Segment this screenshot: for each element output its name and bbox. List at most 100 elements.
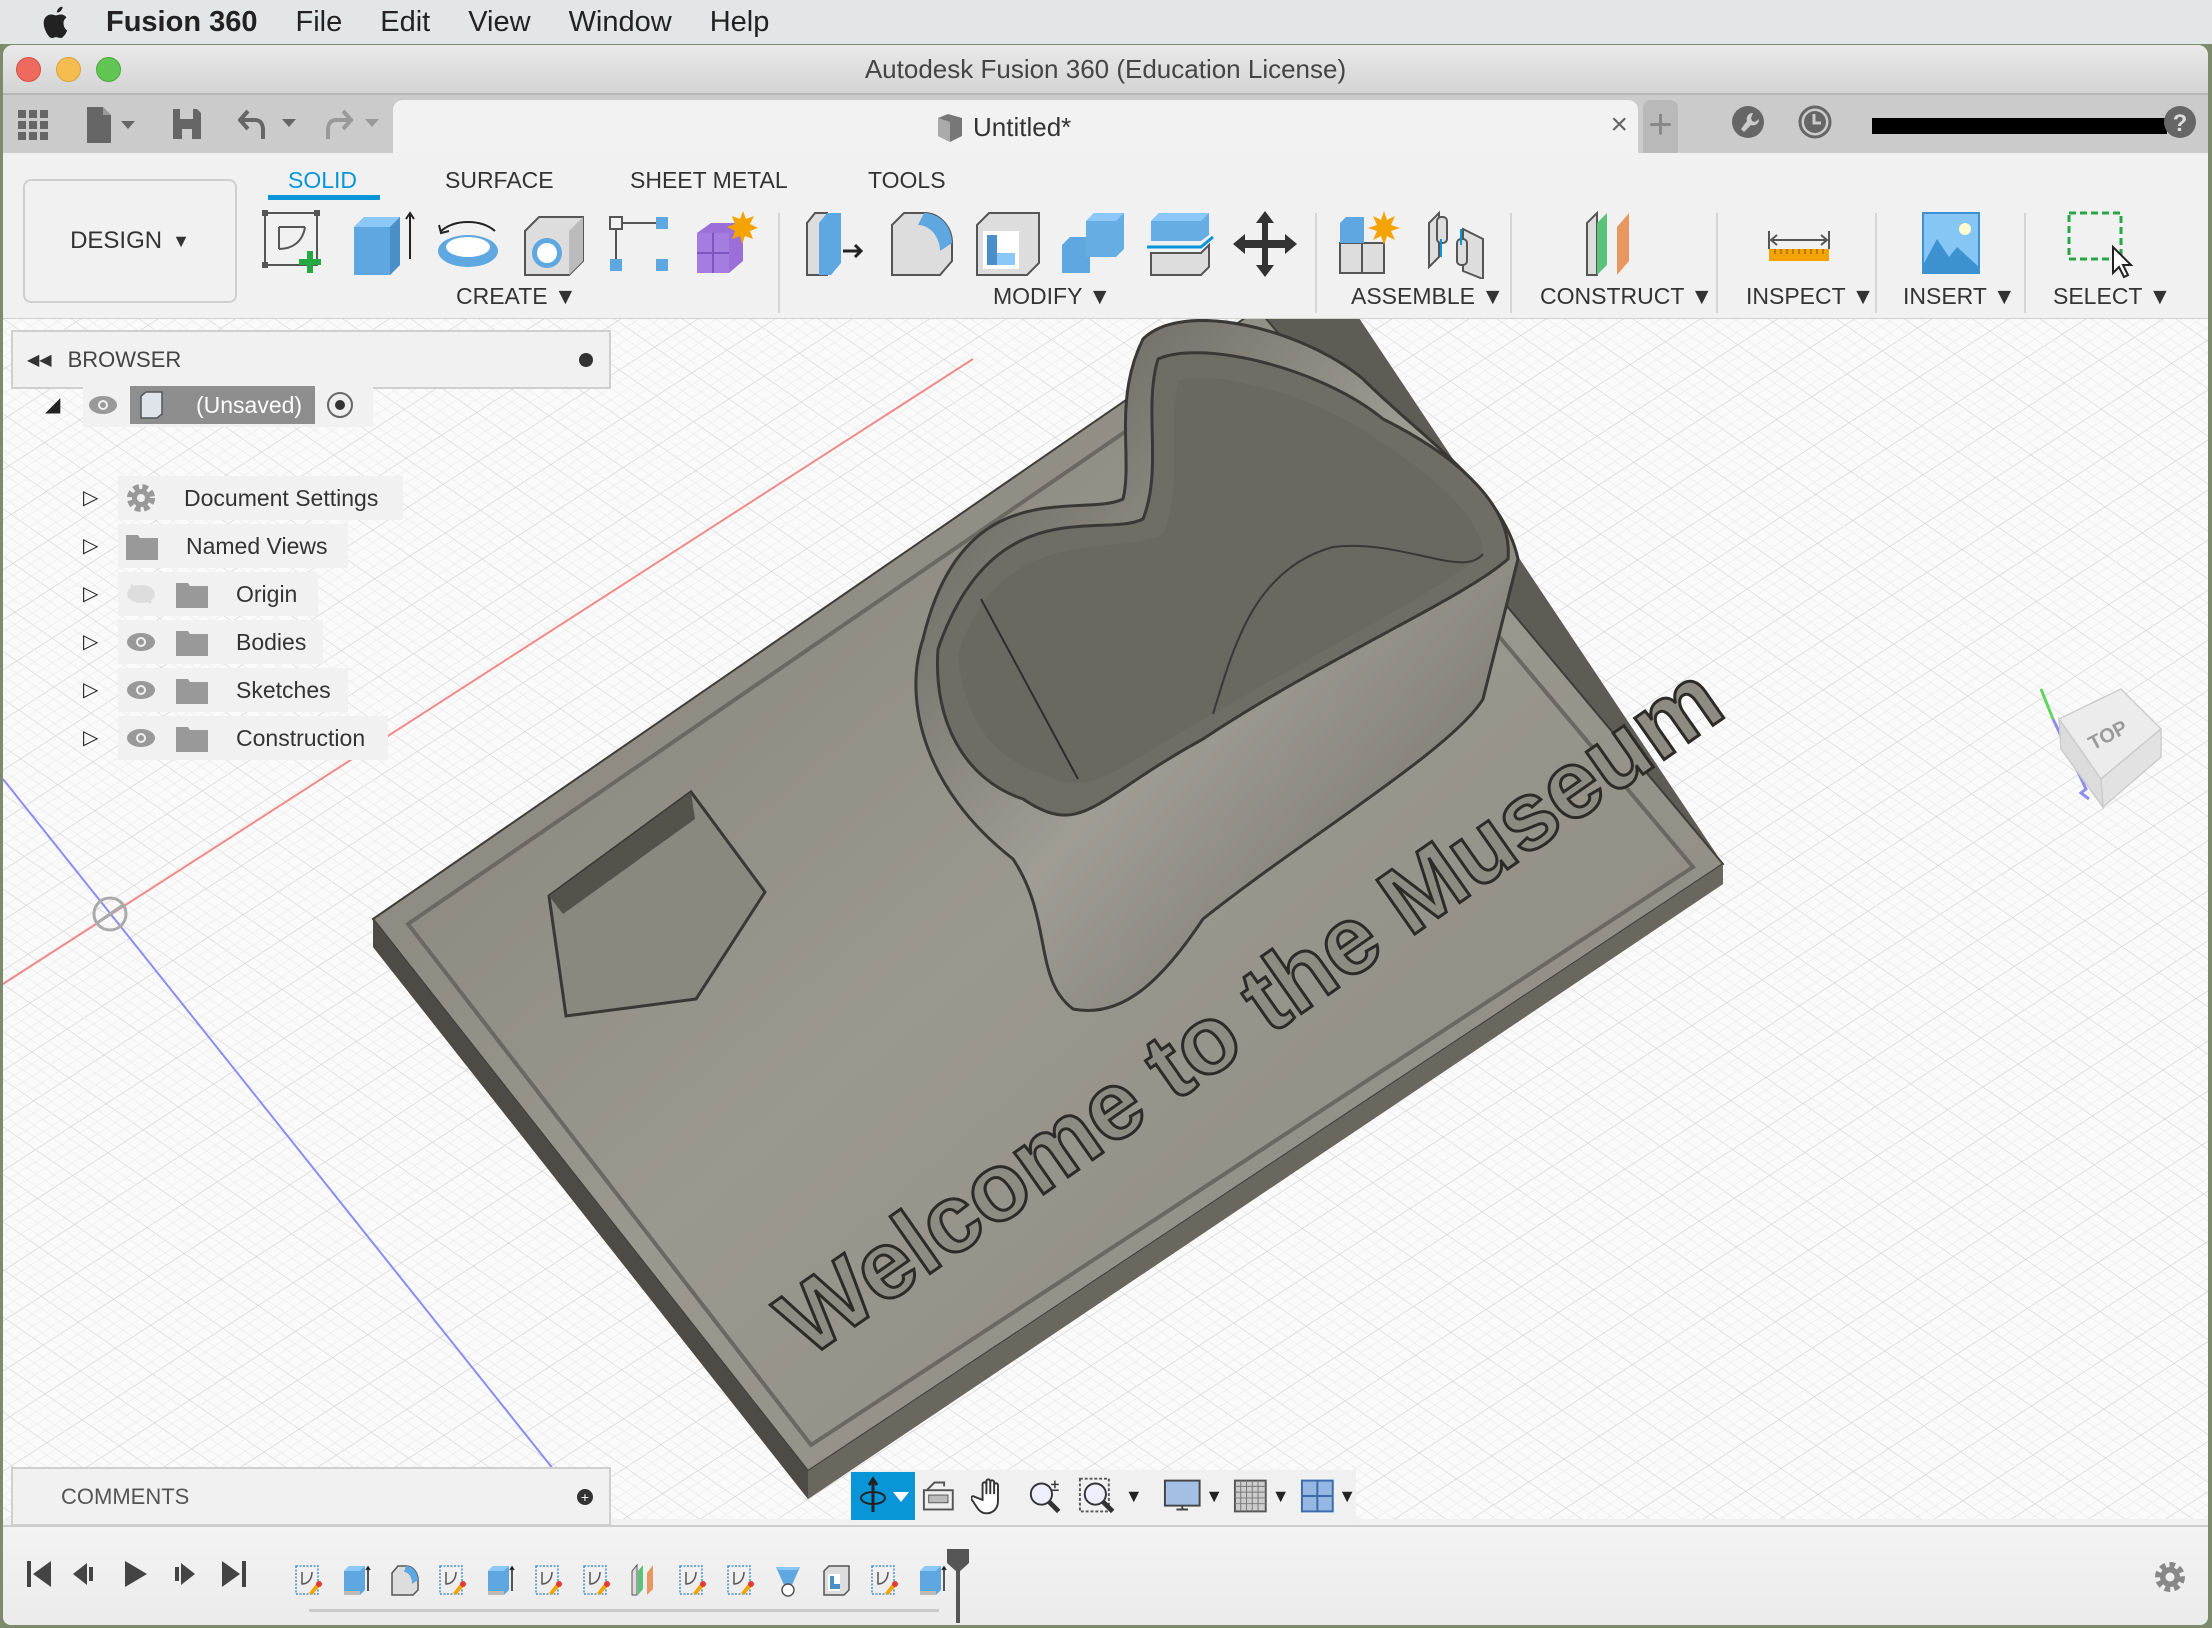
- eye-icon[interactable]: [125, 727, 157, 749]
- comments-panel-header[interactable]: COMMENTS +: [11, 1467, 611, 1526]
- viewports-dropdown-icon[interactable]: ▼: [1338, 1486, 1356, 1507]
- step-forward-icon[interactable]: [167, 1557, 201, 1591]
- timeline-feature-plane-icon[interactable]: [629, 1563, 659, 1597]
- move-copy-icon[interactable]: [1230, 209, 1300, 279]
- grid-dropdown-icon[interactable]: ▼: [1272, 1486, 1290, 1507]
- tab-tools[interactable]: TOOLS: [868, 167, 946, 194]
- timeline-feature-sketch-icon[interactable]: [581, 1563, 611, 1597]
- expand-arrow-icon[interactable]: ▷: [83, 581, 98, 606]
- apple-logo-icon[interactable]: [40, 5, 70, 39]
- joint-icon[interactable]: [1423, 209, 1493, 279]
- menu-file[interactable]: File: [296, 6, 343, 39]
- root-label-highlight[interactable]: (Unsaved): [130, 386, 315, 424]
- job-status-icon[interactable]: [1798, 105, 1832, 139]
- timeline-settings-gear-icon[interactable]: [2152, 1559, 2188, 1595]
- browser-item-sketches[interactable]: Sketches: [118, 668, 348, 712]
- measure-icon[interactable]: [1765, 209, 1835, 279]
- collapse-browser-icon[interactable]: ◀◀: [27, 350, 52, 370]
- play-icon[interactable]: [119, 1557, 153, 1591]
- combine-icon[interactable]: [1058, 209, 1128, 279]
- revolve-icon[interactable]: [433, 209, 503, 279]
- timeline-feature-extrude-icon[interactable]: [341, 1563, 371, 1597]
- split-body-icon[interactable]: [1145, 209, 1215, 279]
- fillet-icon[interactable]: [888, 209, 958, 279]
- timeline-feature-sketch-icon[interactable]: [293, 1563, 323, 1597]
- eye-icon[interactable]: [88, 394, 118, 416]
- menu-app-name[interactable]: Fusion 360: [106, 6, 258, 39]
- collapse-root-arrow[interactable]: ◢: [45, 392, 60, 417]
- insert-image-icon[interactable]: [1919, 209, 1989, 279]
- timeline-marker[interactable]: [945, 1547, 971, 1623]
- timeline-feature-extrude-icon[interactable]: [485, 1563, 515, 1597]
- expand-arrow-icon[interactable]: ▷: [83, 677, 98, 702]
- assemble-menu[interactable]: ASSEMBLE ▼: [1351, 283, 1504, 310]
- activate-radio-icon[interactable]: [325, 390, 355, 420]
- timeline-feature-sketch-icon[interactable]: [533, 1563, 563, 1597]
- zoom-icon[interactable]: [1026, 1476, 1065, 1516]
- fit-icon[interactable]: [1078, 1476, 1117, 1516]
- rectangular-pattern-icon[interactable]: [606, 209, 676, 279]
- browser-item-construction[interactable]: Construction: [118, 716, 388, 760]
- browser-item-origin[interactable]: Origin: [118, 572, 318, 616]
- menu-edit[interactable]: Edit: [380, 6, 430, 39]
- expand-arrow-icon[interactable]: ▷: [83, 629, 98, 654]
- fit-dropdown-icon[interactable]: ▼: [1125, 1486, 1143, 1507]
- file-menu-icon[interactable]: [85, 105, 145, 143]
- close-tab-icon[interactable]: ×: [1610, 108, 1628, 142]
- timeline-feature-sketch-icon[interactable]: [725, 1563, 755, 1597]
- new-component-icon[interactable]: [1338, 209, 1408, 279]
- create-menu[interactable]: CREATE ▼: [456, 283, 577, 310]
- go-to-end-icon[interactable]: [218, 1557, 252, 1591]
- press-pull-icon[interactable]: [803, 209, 873, 279]
- expand-arrow-icon[interactable]: ▷: [83, 533, 98, 558]
- extensions-icon[interactable]: [1731, 105, 1765, 139]
- timeline-feature-shell-icon[interactable]: [821, 1563, 851, 1597]
- go-to-start-icon[interactable]: [23, 1557, 57, 1591]
- browser-item-bodies[interactable]: Bodies: [118, 620, 323, 664]
- select-menu[interactable]: SELECT ▼: [2053, 283, 2171, 310]
- timeline-feature-sketch-icon[interactable]: [437, 1563, 467, 1597]
- insert-menu[interactable]: INSERT ▼: [1903, 283, 2016, 310]
- tab-sheet-metal[interactable]: SHEET METAL: [630, 167, 788, 194]
- browser-item-document-settings[interactable]: Document Settings: [118, 476, 403, 520]
- menu-view[interactable]: View: [468, 6, 530, 39]
- browser-panel-header[interactable]: ◀◀ BROWSER: [11, 330, 611, 389]
- view-cube[interactable]: TOP: [2031, 679, 2181, 839]
- select-box-icon[interactable]: [2065, 209, 2135, 279]
- look-at-icon[interactable]: [921, 1478, 956, 1514]
- display-dropdown-icon[interactable]: ▼: [1205, 1486, 1223, 1507]
- pan-icon[interactable]: [971, 1476, 1010, 1516]
- tab-solid[interactable]: SOLID: [288, 167, 357, 194]
- timeline-feature-loft-icon[interactable]: [773, 1563, 803, 1597]
- eye-icon[interactable]: [125, 679, 157, 701]
- menu-window[interactable]: Window: [569, 6, 672, 39]
- construct-menu[interactable]: CONSTRUCT ▼: [1540, 283, 1713, 310]
- modify-menu[interactable]: MODIFY ▼: [993, 283, 1111, 310]
- eye-icon[interactable]: [125, 631, 157, 653]
- expand-arrow-icon[interactable]: ▷: [83, 485, 98, 510]
- browser-root-node[interactable]: (Unsaved): [83, 383, 373, 427]
- tab-surface[interactable]: SURFACE: [445, 167, 554, 194]
- document-tab[interactable]: Untitled* ×: [393, 100, 1638, 153]
- timeline-feature-sketch-icon[interactable]: [677, 1563, 707, 1597]
- undo-icon[interactable]: [238, 107, 310, 141]
- help-icon[interactable]: ?: [2163, 105, 2197, 139]
- expand-arrow-icon[interactable]: ▷: [83, 725, 98, 750]
- add-comment-icon[interactable]: +: [577, 1488, 593, 1505]
- save-icon[interactable]: [171, 107, 203, 141]
- step-back-icon[interactable]: [69, 1557, 103, 1591]
- app-grid-icon[interactable]: [17, 109, 49, 141]
- timeline-feature-fillet-icon[interactable]: [389, 1563, 419, 1597]
- workspace-switcher[interactable]: DESIGN ▼: [23, 179, 237, 303]
- timeline-feature-extrude-icon[interactable]: [917, 1563, 947, 1597]
- timeline-feature-sketch-icon[interactable]: [869, 1563, 899, 1597]
- display-settings-icon[interactable]: [1163, 1476, 1202, 1516]
- redo-icon[interactable]: [321, 107, 393, 141]
- viewports-icon[interactable]: [1300, 1478, 1335, 1514]
- offset-plane-icon[interactable]: [1581, 209, 1651, 279]
- create-sketch-icon[interactable]: [261, 209, 331, 279]
- browser-pin-icon[interactable]: [579, 352, 593, 367]
- menu-help[interactable]: Help: [710, 6, 770, 39]
- shell-icon[interactable]: [973, 209, 1043, 279]
- inspect-menu[interactable]: INSPECT ▼: [1746, 283, 1874, 310]
